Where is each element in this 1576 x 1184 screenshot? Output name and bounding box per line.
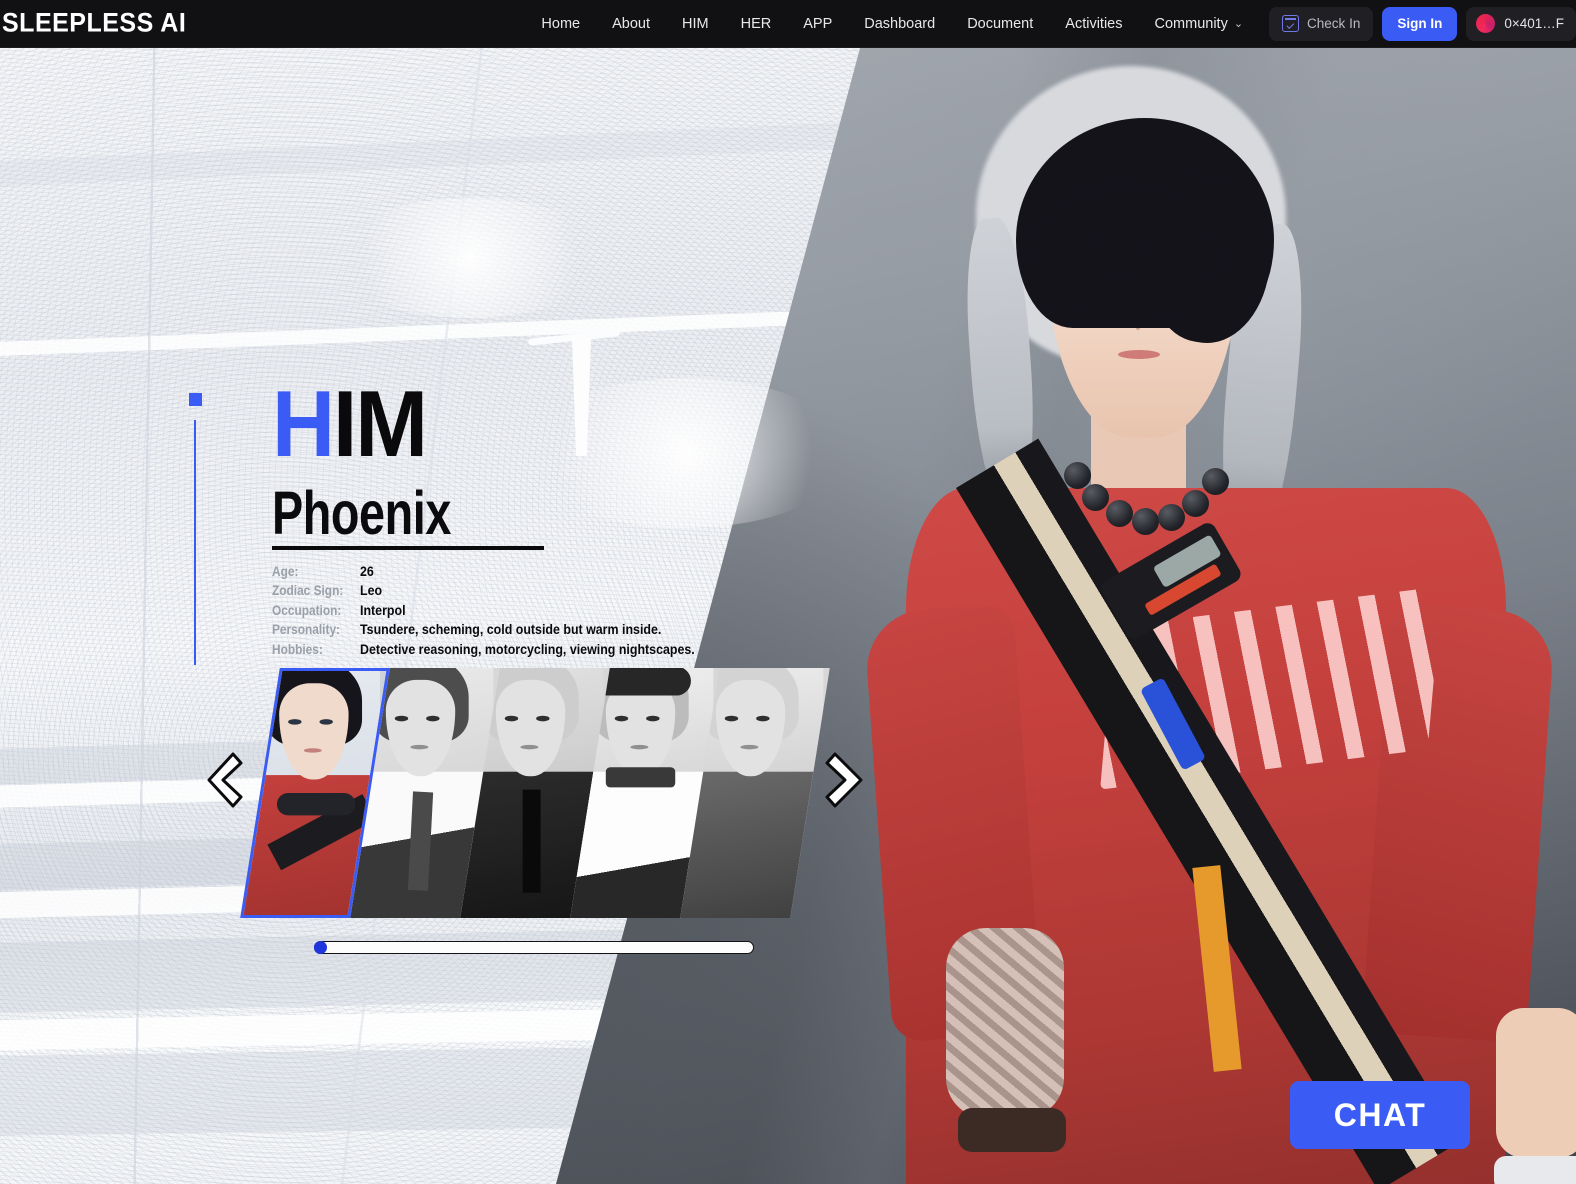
attribute-row: Zodiac Sign: Leo: [272, 581, 724, 601]
accent-vertical-line: [194, 420, 196, 665]
attribute-row: Hobbies: Detective reasoning, motorcycli…: [272, 640, 724, 660]
nav-link-dashboard[interactable]: Dashboard: [864, 16, 935, 32]
nav-link-community[interactable]: Community ⌄: [1155, 16, 1244, 32]
slider-track[interactable]: [314, 941, 754, 954]
attribute-row: Occupation: Interpol: [272, 601, 724, 621]
character-name: Phoenix: [272, 478, 451, 548]
carousel-thumbnails: [240, 668, 830, 918]
chevron-down-icon: ⌄: [1233, 17, 1244, 30]
top-navigation-bar: SLEEPLESS AI Home About HIM HER APP Dash…: [0, 0, 1576, 48]
attribute-label: Zodiac Sign:: [272, 583, 344, 599]
attribute-row: Personality: Tsundere, scheming, cold ou…: [272, 620, 724, 640]
attribute-label: Age:: [272, 563, 299, 579]
page-title: HIM: [272, 376, 742, 470]
nav-link-him[interactable]: HIM: [682, 16, 709, 32]
hero-stage: HIM Phoenix Age: 26 Zodiac Sign: Leo Occ…: [0, 48, 1576, 1184]
nav-links: Home About HIM HER APP Dashboard Documen…: [541, 16, 1243, 32]
character-carousel[interactable]: [240, 668, 830, 918]
site-logo[interactable]: SLEEPLESS AI: [0, 8, 186, 39]
accent-square: [189, 393, 202, 406]
attribute-label: Personality:: [272, 622, 341, 638]
carousel-scroll-slider[interactable]: [314, 941, 754, 954]
wallet-address-label: 0×401…F: [1504, 16, 1564, 31]
attribute-value: Interpol: [360, 602, 406, 618]
attribute-value: Tsundere, scheming, cold outside but war…: [360, 622, 662, 638]
page-title-accent-letter: H: [272, 370, 335, 476]
attribute-value: Detective reasoning, motorcycling, viewi…: [360, 641, 695, 657]
wallet-account-button[interactable]: 0×401…F: [1466, 6, 1576, 41]
sign-in-button[interactable]: Sign In: [1382, 6, 1458, 41]
attribute-label: Occupation:: [272, 602, 342, 618]
nav-link-activities[interactable]: Activities: [1065, 16, 1122, 32]
nav-link-app[interactable]: APP: [803, 16, 832, 32]
nav-link-community-label: Community: [1154, 15, 1228, 32]
check-in-button[interactable]: Check In: [1269, 6, 1374, 41]
attribute-value: 26: [360, 563, 374, 579]
character-info-panel: HIM Phoenix Age: 26 Zodiac Sign: Leo Occ…: [272, 376, 724, 660]
wallet-avatar-icon: [1476, 14, 1496, 33]
nav-link-her[interactable]: HER: [741, 16, 772, 32]
chat-button[interactable]: CHAT: [1290, 1081, 1470, 1149]
slider-thumb[interactable]: [314, 941, 327, 954]
attribute-label: Hobbies:: [272, 641, 323, 657]
character-attributes: Age: 26 Zodiac Sign: Leo Occupation: Int…: [272, 562, 724, 660]
page-title-rest: IM: [333, 370, 428, 476]
page-root: HIM Phoenix Age: 26 Zodiac Sign: Leo Occ…: [0, 0, 1576, 1184]
bead-necklace: [1062, 440, 1230, 535]
character-illustration-phoenix: [806, 48, 1576, 1184]
check-in-label: Check In: [1307, 16, 1361, 31]
cloud-shape: [330, 198, 610, 318]
carousel-prev-arrow-icon[interactable]: [203, 750, 247, 810]
nav-link-document[interactable]: Document: [967, 16, 1033, 32]
nav-actions: Check In Sign In 0×401…F: [1269, 6, 1576, 41]
attribute-value: Leo: [360, 583, 383, 599]
carousel-next-arrow-icon[interactable]: [823, 750, 867, 810]
nav-link-home[interactable]: Home: [541, 16, 580, 32]
attribute-row: Age: 26: [272, 562, 724, 582]
calendar-icon: [1282, 15, 1300, 32]
nav-link-about[interactable]: About: [612, 16, 650, 32]
